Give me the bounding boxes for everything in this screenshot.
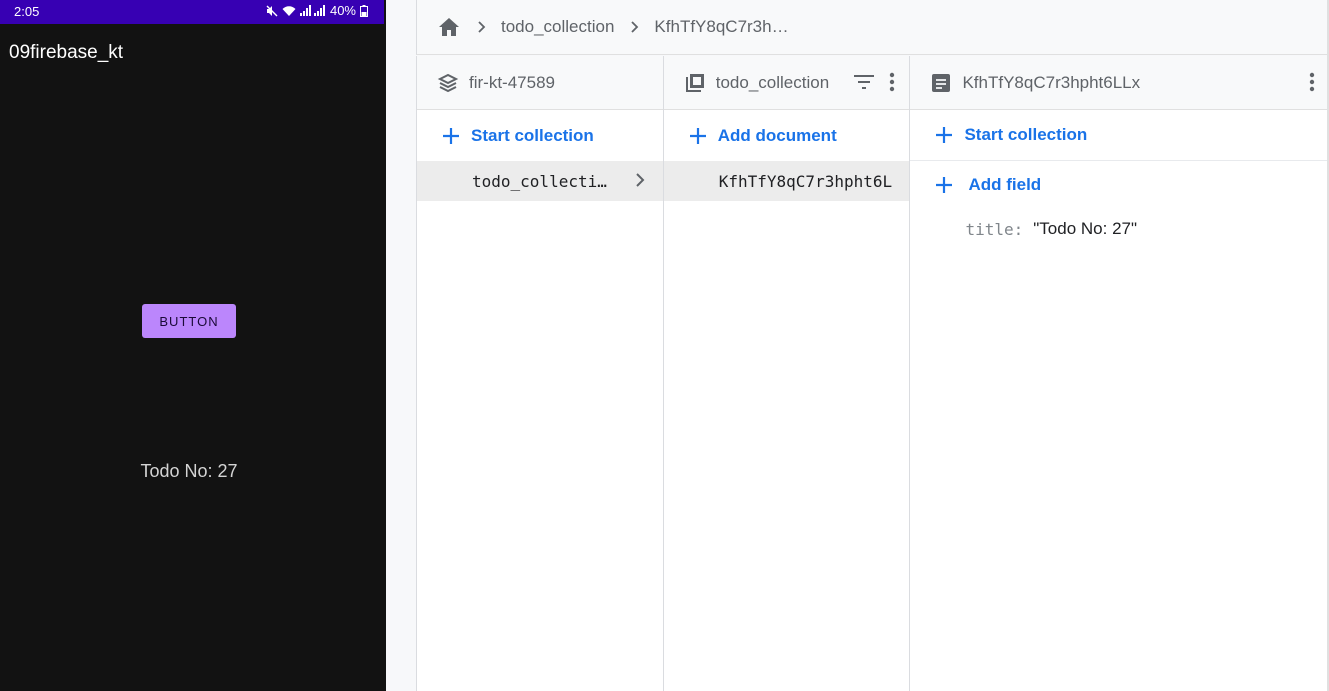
collection-icon (684, 72, 706, 94)
filter-icon[interactable] (853, 73, 875, 96)
document-item-label: KfhTfY8qC7r3hpht6L (718, 171, 893, 191)
field-value: "Todo No: 27" (1033, 219, 1138, 238)
android-emulator-screen: 2:05 40% 09firebase_kt BUTTON Todo No: 2… (0, 0, 386, 691)
plus-icon (934, 125, 954, 145)
add-document-label: Add document (717, 125, 837, 145)
status-time: 2:05 (14, 4, 40, 19)
firestore-console: todo_collection KfhTfY8qC7r3h… fir-kt-47… (386, 0, 1329, 691)
document-list-item[interactable]: KfhTfY8qC7r3hpht6L (663, 161, 910, 201)
document-title: KfhTfY8qC7r3hpht6LLx (962, 72, 1141, 92)
chevron-right-icon (477, 20, 487, 34)
battery-icon (360, 4, 368, 17)
project-name: fir-kt-47589 (469, 72, 555, 92)
breadcrumb-collection[interactable]: todo_collection (501, 17, 614, 37)
start-collection-label: Start collection (471, 125, 594, 145)
more-vert-icon[interactable] (1309, 72, 1315, 97)
chevron-right-icon (630, 20, 640, 34)
battery-percent: 40% (329, 3, 356, 18)
plus-icon (934, 175, 954, 195)
wifi-icon (282, 5, 296, 17)
status-bar: 2:05 40% (0, 0, 384, 24)
status-icons: 40% (266, 3, 368, 18)
add-field-button[interactable]: Add field (910, 161, 1329, 209)
breadcrumb: todo_collection KfhTfY8qC7r3h… (416, 0, 1329, 55)
root-panel: fir-kt-47589 Start collection todo_colle… (417, 56, 664, 691)
plus-icon (441, 126, 461, 146)
document-panel-header: KfhTfY8qC7r3hpht6LLx (910, 56, 1329, 110)
field-row[interactable]: title: "Todo No: 27" (910, 209, 1329, 249)
collection-title: todo_collection (715, 72, 830, 92)
document-header-actions (1309, 72, 1315, 97)
todo-text: Todo No: 27 (140, 461, 238, 481)
database-icon (437, 72, 459, 94)
document-icon (930, 72, 952, 94)
collection-panel: todo_collection Add document KfhTfY8qC7r… (663, 56, 911, 691)
plus-icon (688, 126, 708, 146)
data-panels: fir-kt-47589 Start collection todo_colle… (416, 56, 1329, 691)
signal-icon (299, 5, 326, 16)
start-collection-button[interactable]: Start collection (417, 110, 663, 161)
breadcrumb-document[interactable]: KfhTfY8qC7r3h… (654, 17, 788, 37)
field-key: title: (965, 219, 1024, 239)
collection-list-item[interactable]: todo_collecti… (417, 161, 663, 201)
main-button[interactable]: BUTTON (142, 304, 236, 338)
mute-icon (266, 5, 278, 17)
root-panel-header: fir-kt-47589 (417, 56, 663, 110)
chevron-right-icon (635, 172, 645, 188)
add-field-label: Add field (968, 175, 1042, 194)
more-vert-icon[interactable] (889, 72, 895, 97)
collection-header-actions (853, 72, 895, 97)
add-document-button[interactable]: Add document (664, 110, 910, 161)
home-icon[interactable] (437, 16, 461, 38)
collection-panel-header: todo_collection (663, 56, 910, 110)
collection-item-label: todo_collecti… (472, 171, 607, 191)
start-subcollection-button[interactable]: Start collection (910, 110, 1329, 161)
app-title: 09firebase_kt (9, 42, 124, 63)
start-subcollection-label: Start collection (964, 125, 1088, 144)
document-panel: KfhTfY8qC7r3hpht6LLx Start collection Ad… (910, 56, 1329, 691)
